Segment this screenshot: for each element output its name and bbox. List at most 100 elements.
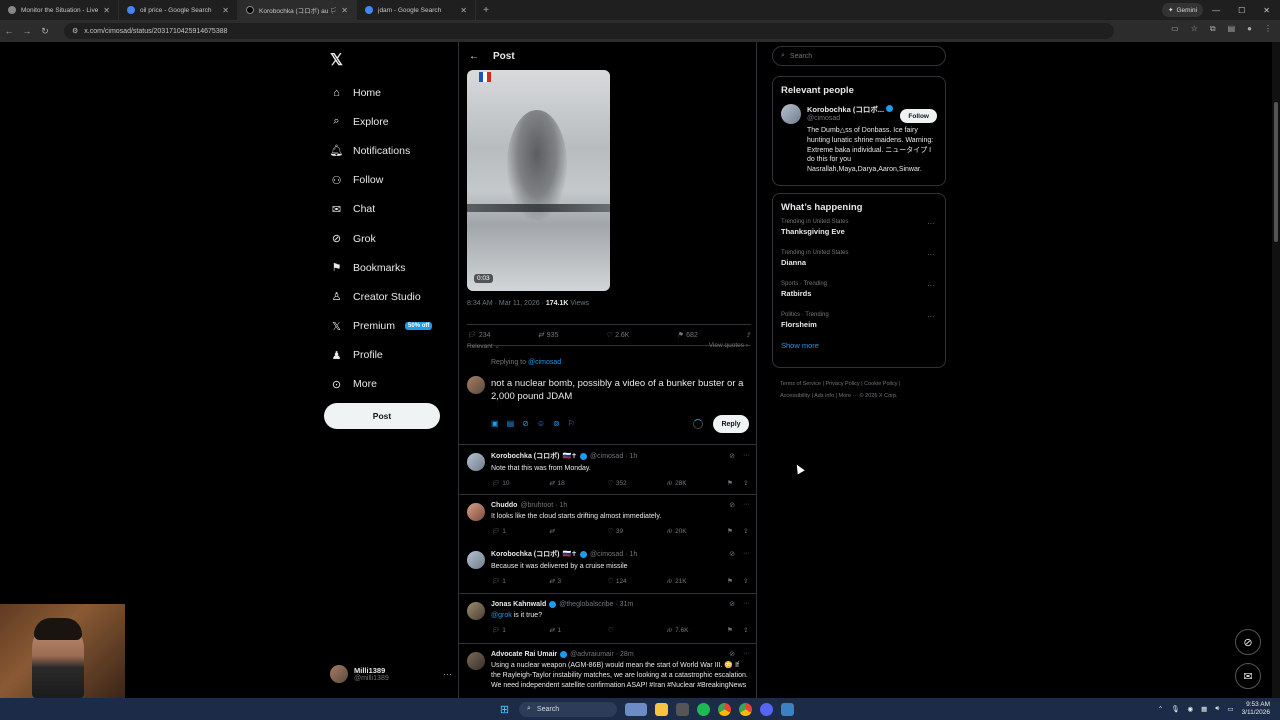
- battery-icon[interactable]: ▭: [1227, 705, 1233, 713]
- flag-icon[interactable]: ⚐: [568, 419, 575, 428]
- sort-dropdown[interactable]: Relevant ⌄: [467, 342, 500, 350]
- grok-fab-button[interactable]: ⊘: [1235, 629, 1261, 655]
- reply-action[interactable]: 💬︎ 1: [491, 577, 549, 586]
- author-handle[interactable]: @advraiumair · 28m: [570, 651, 634, 658]
- close-icon[interactable]: ✕: [460, 6, 467, 15]
- reply-item[interactable]: Korobochka (コロボ) 🇷🇺✝ @cimosad · 1h ⊘ ··· Not…: [459, 444, 756, 493]
- emoji-icon[interactable]: ☺: [537, 419, 545, 428]
- bookmark-icon[interactable]: ⚑: [727, 527, 743, 535]
- page-scrollbar[interactable]: [1272, 42, 1280, 698]
- minimize-icon[interactable]: —: [1212, 6, 1220, 15]
- reply-item[interactable]: Chuddo @bruhtoot · 1h ⊘ ··· It looks like t…: [459, 494, 756, 543]
- nav-more[interactable]: ⊙ More: [330, 370, 450, 399]
- reply-item[interactable]: Advocate Rai Umair @advraiumair · 28m ⊘ ···…: [459, 643, 756, 698]
- show-more-link[interactable]: Show more: [781, 341, 937, 350]
- browser-tab-3[interactable]: Korobochka (コロボ) au 🏳 on X ✕: [238, 0, 357, 20]
- more-icon[interactable]: ···: [743, 550, 750, 558]
- forward-icon[interactable]: →: [18, 26, 36, 36]
- share-action[interactable]: ⇪: [745, 331, 751, 339]
- repost-action[interactable]: ⇄ 3: [549, 577, 607, 586]
- close-icon[interactable]: ✕: [341, 6, 348, 15]
- footer-line[interactable]: Terms of Service | Privacy Policy | Cook…: [780, 378, 950, 390]
- like-action[interactable]: ♡ 39: [607, 527, 667, 536]
- close-icon[interactable]: ✕: [222, 6, 229, 15]
- more-icon[interactable]: ···: [743, 452, 750, 460]
- more-icon[interactable]: ···: [927, 312, 935, 321]
- author-handle[interactable]: @cimosad · 1h: [590, 551, 637, 558]
- person-name[interactable]: Korobochka (コロボ...: [807, 105, 884, 114]
- chevron-up-icon[interactable]: ⌃: [1158, 705, 1163, 713]
- nav-premium[interactable]: 𝕏 Premium 50% off: [330, 312, 450, 341]
- taskbar-search[interactable]: ⌕ Search: [519, 701, 617, 717]
- close-icon[interactable]: ✕: [103, 6, 110, 15]
- widget-icon[interactable]: [625, 702, 647, 716]
- like-action[interactable]: ♡: [607, 626, 667, 634]
- search-input[interactable]: ⌕ Search: [772, 46, 946, 66]
- browser-tab-1[interactable]: Monitor the Situation - Live Gl ✕: [0, 0, 119, 20]
- bookmark-icon[interactable]: ⚑: [727, 577, 743, 585]
- nav-notifications[interactable]: 🔔︎ Notifications: [330, 136, 450, 165]
- nav-profile[interactable]: ♟ Profile: [330, 341, 450, 370]
- notepad-icon[interactable]: [781, 702, 794, 716]
- views-action[interactable]: ılı 7.6K: [667, 626, 727, 634]
- nav-chat[interactable]: ✉ Chat: [330, 195, 450, 224]
- repost-action[interactable]: ⇄ 18: [549, 479, 607, 488]
- author-name[interactable]: Jonas Kahnwald: [491, 601, 546, 608]
- share-icon[interactable]: ⇪: [743, 527, 748, 535]
- clock[interactable]: 9:53 AM 3/11/2026: [1242, 701, 1270, 717]
- trend-item[interactable]: Sports · Trending Ratbirds ···: [781, 275, 937, 306]
- more-icon[interactable]: ···: [927, 219, 935, 228]
- scrollbar-thumb[interactable]: [1274, 102, 1278, 242]
- bookmark-action[interactable]: ⚑ 682: [677, 331, 698, 340]
- image-icon[interactable]: ▣: [491, 419, 499, 428]
- author-name[interactable]: Chuddo: [491, 502, 517, 509]
- video-player[interactable]: 0:03: [467, 70, 610, 291]
- views-action[interactable]: ılı 28K: [667, 479, 727, 487]
- steam-icon[interactable]: ◉: [1187, 705, 1193, 713]
- share-icon[interactable]: ⇪: [743, 479, 748, 487]
- browser-tab-2[interactable]: oil price - Google Search ✕: [119, 0, 238, 20]
- more-icon[interactable]: ···: [743, 650, 750, 658]
- profile-icon[interactable]: ●: [1247, 24, 1252, 34]
- windows-start-icon[interactable]: ⊞: [498, 703, 511, 716]
- author-handle[interactable]: @bruhtoot · 1h: [520, 502, 567, 509]
- browser-tab-4[interactable]: jdam - Google Search ✕: [357, 0, 476, 20]
- like-action[interactable]: ♡ 2.6K: [606, 331, 630, 340]
- author-name[interactable]: Advocate Rai Umair: [491, 651, 557, 658]
- more-icon[interactable]: ···: [927, 250, 935, 259]
- author-name[interactable]: Korobochka (コロボ): [491, 549, 559, 559]
- repost-action[interactable]: ⇄: [549, 527, 607, 535]
- mic-icon[interactable]: 🎙︎: [1171, 705, 1179, 713]
- mention-link[interactable]: @grok: [491, 612, 512, 619]
- cast-icon[interactable]: ▭: [1171, 24, 1179, 34]
- reply-action[interactable]: 💬︎ 234: [467, 331, 491, 340]
- share-icon[interactable]: ⇪: [743, 626, 748, 634]
- follow-button[interactable]: Follow: [900, 109, 937, 123]
- location-icon[interactable]: ⊚: [553, 419, 560, 428]
- nav-creator-studio[interactable]: ♙ Creator Studio: [330, 282, 450, 311]
- reply-button[interactable]: Reply: [713, 415, 749, 433]
- nav-bookmarks[interactable]: ⚑ Bookmarks: [330, 253, 450, 282]
- reply-item[interactable]: Korobochka (コロボ) 🇷🇺✝ @cimosad · 1h ⊘ ··· Bec…: [459, 543, 756, 592]
- reply-action[interactable]: 💬︎ 10: [491, 479, 549, 488]
- author-name[interactable]: Korobochka (コロボ): [491, 451, 559, 461]
- more-icon[interactable]: ···: [743, 600, 750, 608]
- trend-item[interactable]: Trending in United States Dianna ···: [781, 244, 937, 275]
- bookmark-icon[interactable]: ⚑: [727, 626, 743, 634]
- messages-fab-button[interactable]: ✉: [1235, 663, 1261, 689]
- post-button[interactable]: Post: [324, 403, 440, 429]
- volume-icon[interactable]: 🔊︎: [1215, 705, 1219, 713]
- network-icon[interactable]: ▦: [1201, 705, 1207, 713]
- trend-item[interactable]: Politics · Trending Florsheim ···: [781, 306, 937, 337]
- x-logo-icon[interactable]: 𝕏: [330, 50, 343, 70]
- spotify-icon[interactable]: [697, 702, 710, 716]
- more-icon[interactable]: ···: [927, 281, 935, 290]
- nav-grok[interactable]: ⊘ Grok: [330, 224, 450, 253]
- reload-icon[interactable]: ↻: [36, 26, 54, 37]
- account-switcher[interactable]: Milli1389 @milli1389 ···: [330, 662, 452, 686]
- post-timestamp[interactable]: 8:34 AM · Mar 11, 2026 ·: [467, 300, 544, 307]
- like-action[interactable]: ♡ 352: [607, 479, 667, 488]
- grok-icon[interactable]: ⊘: [729, 650, 735, 658]
- share-icon[interactable]: ⇪: [743, 577, 748, 585]
- menu-icon[interactable]: ⋮: [1264, 24, 1272, 34]
